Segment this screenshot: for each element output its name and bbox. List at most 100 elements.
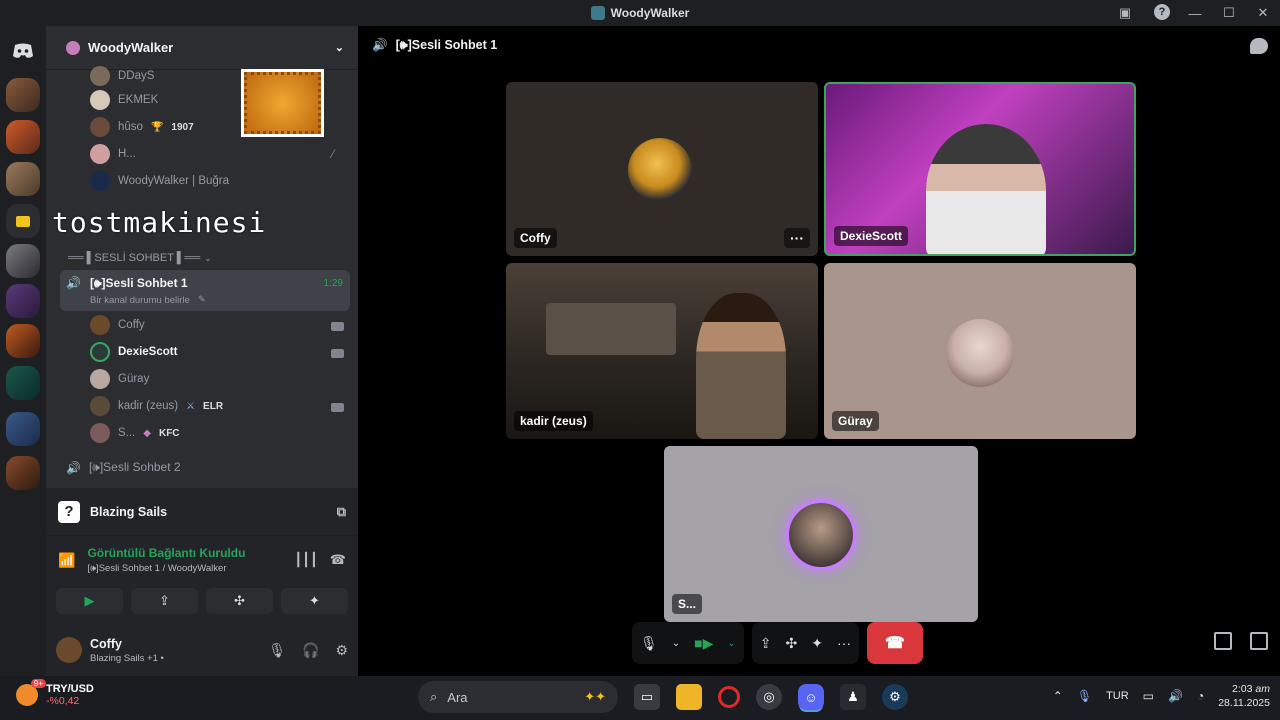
fullscreen-icon[interactable] [1250, 632, 1268, 650]
disconnect-icon[interactable]: ☎ [330, 552, 346, 568]
server-icon[interactable] [6, 120, 40, 154]
soundboard-button[interactable]: ✦ [281, 588, 348, 614]
member-item[interactable]: DDayS [90, 66, 154, 86]
voice-member[interactable]: kadir (zeus) ⚔ ELR [90, 396, 223, 416]
participant-tile[interactable]: kadir (zeus) [506, 263, 818, 439]
connection-location[interactable]: [🕪]Sesli Sohbet 1 / WoodyWalker [87, 563, 245, 574]
server-name: WoodyWalker [88, 40, 174, 55]
activities-icon[interactable]: ✣ [786, 635, 798, 652]
noise-suppression-icon[interactable]: ┃┃┃ [294, 552, 317, 568]
avatar[interactable] [56, 637, 82, 663]
app-icon[interactable]: ♟ [840, 684, 866, 710]
settings-icon[interactable]: ⚙ [335, 642, 348, 659]
task-view-icon[interactable]: ▭ [634, 684, 660, 710]
network-icon[interactable]: ◔ [1197, 689, 1204, 703]
server-icon[interactable] [6, 456, 40, 490]
voice-member[interactable]: Güray [90, 369, 149, 389]
avatar [90, 423, 110, 443]
participant-tile[interactable]: Güray [824, 263, 1136, 439]
activities-button[interactable]: ✣ [206, 588, 273, 614]
chevron-down-icon[interactable]: ⌄ [335, 41, 344, 54]
server-icon[interactable] [6, 284, 40, 318]
chevron-up-icon[interactable]: ⌃ [1053, 689, 1063, 703]
server-logo-icon [590, 6, 605, 20]
member-name: Güray [118, 373, 150, 385]
search-placeholder: Ara [447, 689, 468, 705]
browser-icon[interactable]: ◎ [756, 684, 782, 710]
currency-widget[interactable]: 9+ TRY/USD -%0,42 [16, 679, 94, 707]
server-icon[interactable] [6, 366, 40, 400]
participant-tile[interactable]: Coffy ··· [506, 82, 818, 256]
camera-button[interactable]: ▶ [56, 588, 123, 614]
volume-icon[interactable]: 🔊 [1168, 689, 1183, 703]
channel-sidebar: WoodyWalker ⌄ DDayS EKMEK hûso 🏆 1907 H.… [46, 26, 358, 676]
channel-name: [🕪]Sesli Sohbet 2 [88, 460, 181, 474]
voice-member[interactable]: Coffy [90, 315, 145, 335]
participant-tile[interactable]: DexieScott [824, 82, 1136, 256]
screen-share-button[interactable]: ⇪ [131, 588, 198, 614]
participant-tile[interactable]: S... [664, 446, 978, 622]
minimize-button[interactable]: — [1178, 0, 1212, 26]
display-icon[interactable]: ▭ [1143, 689, 1154, 703]
microphone-tray-icon[interactable]: 🎙 [1077, 689, 1092, 703]
call-channel-title: [🕪]Sesli Sohbet 1 [395, 38, 498, 52]
server-icon[interactable] [6, 412, 40, 446]
member-item[interactable]: H... [90, 144, 136, 164]
member-item[interactable]: EKMEK [90, 90, 158, 110]
steam-icon[interactable]: ⚙ [882, 684, 908, 710]
folder-icon[interactable] [6, 204, 40, 238]
speaker-icon: 🔊 [66, 276, 81, 290]
start-button[interactable] [378, 685, 402, 709]
taskbar-search[interactable]: ⌕ Ara ✦✦ [418, 681, 618, 713]
channel-status-prompt[interactable]: Bir kanal durumu belirle [90, 295, 190, 306]
member-item[interactable]: hûso 🏆 1907 [90, 117, 194, 137]
member-item[interactable]: WoodyWalker | Buğra [90, 171, 229, 191]
member-name: DDayS [118, 70, 155, 82]
opera-icon[interactable] [718, 686, 740, 708]
microphone-icon[interactable]: 🎙 [640, 635, 658, 652]
inbox-icon[interactable]: ▣ [1116, 4, 1134, 22]
voice-channel[interactable]: 🔊 [🕪]Sesli Sohbet 2 [60, 460, 350, 475]
member-name: H... [118, 148, 136, 160]
chevron-down-icon[interactable]: ⌄ [672, 638, 680, 649]
server-icon[interactable] [6, 162, 40, 196]
screen-share-icon[interactable]: ⇪ [760, 635, 772, 652]
soundboard-icon[interactable]: ✦ [811, 635, 823, 652]
voice-member[interactable]: DexieScott [90, 342, 177, 362]
voice-channel-active[interactable]: 🔊 [🕪]Sesli Sohbet 1 1:29 Bir kanal durum… [60, 270, 350, 311]
close-button[interactable]: ✕ [1246, 0, 1280, 26]
maximize-button[interactable]: ☐ [1212, 0, 1246, 26]
category-label: ══ ▌SESLİ SOHBET ▌══ [68, 252, 201, 264]
chevron-down-icon[interactable]: ⌄ [727, 638, 735, 649]
input-language[interactable]: TUR [1106, 690, 1129, 702]
username[interactable]: Coffy [90, 637, 164, 651]
signal-icon[interactable]: 📶 [58, 552, 75, 569]
server-icon[interactable] [6, 244, 40, 278]
microphone-icon[interactable]: 🎙 [268, 642, 286, 659]
headphones-icon[interactable]: 🎧 [302, 642, 319, 659]
clock[interactable]: 2:03 am 28.11.2025 [1218, 682, 1270, 710]
connection-status[interactable]: Görüntülü Bağlantı Kuruldu [87, 546, 245, 560]
server-header[interactable]: WoodyWalker ⌄ [46, 26, 358, 70]
discord-home-icon[interactable] [6, 34, 40, 68]
participant-avatar [946, 319, 1014, 387]
server-icon[interactable] [6, 78, 40, 112]
server-icon[interactable] [6, 324, 40, 358]
member-name: EKMEK [118, 94, 159, 106]
file-explorer-icon[interactable] [676, 684, 702, 710]
chat-icon[interactable] [1250, 38, 1268, 54]
screen-share-icon[interactable]: ⧉ [337, 504, 346, 520]
activity-card[interactable]: ? Blazing Sails ⧉ [46, 488, 358, 536]
leave-call-button[interactable]: ☎ [867, 622, 923, 664]
muted-icon: ⁄ [332, 147, 335, 161]
pencil-icon[interactable]: ✎ [198, 294, 206, 305]
voice-member[interactable]: S... ◆ KFC [90, 423, 180, 443]
more-icon[interactable]: ··· [837, 635, 851, 651]
camera-icon[interactable]: ■▶ [694, 635, 713, 652]
help-icon[interactable]: ? [1154, 4, 1170, 20]
pop-out-icon[interactable] [1214, 632, 1232, 650]
category-header[interactable]: ══ ▌SESLİ SOHBET ▌══ ⌄ [68, 252, 358, 264]
audio-video-group: 🎙 ⌄ ■▶ ⌄ [632, 622, 744, 664]
discord-taskbar-icon[interactable]: ☺ [798, 684, 824, 710]
more-options-button[interactable]: ··· [784, 228, 810, 248]
